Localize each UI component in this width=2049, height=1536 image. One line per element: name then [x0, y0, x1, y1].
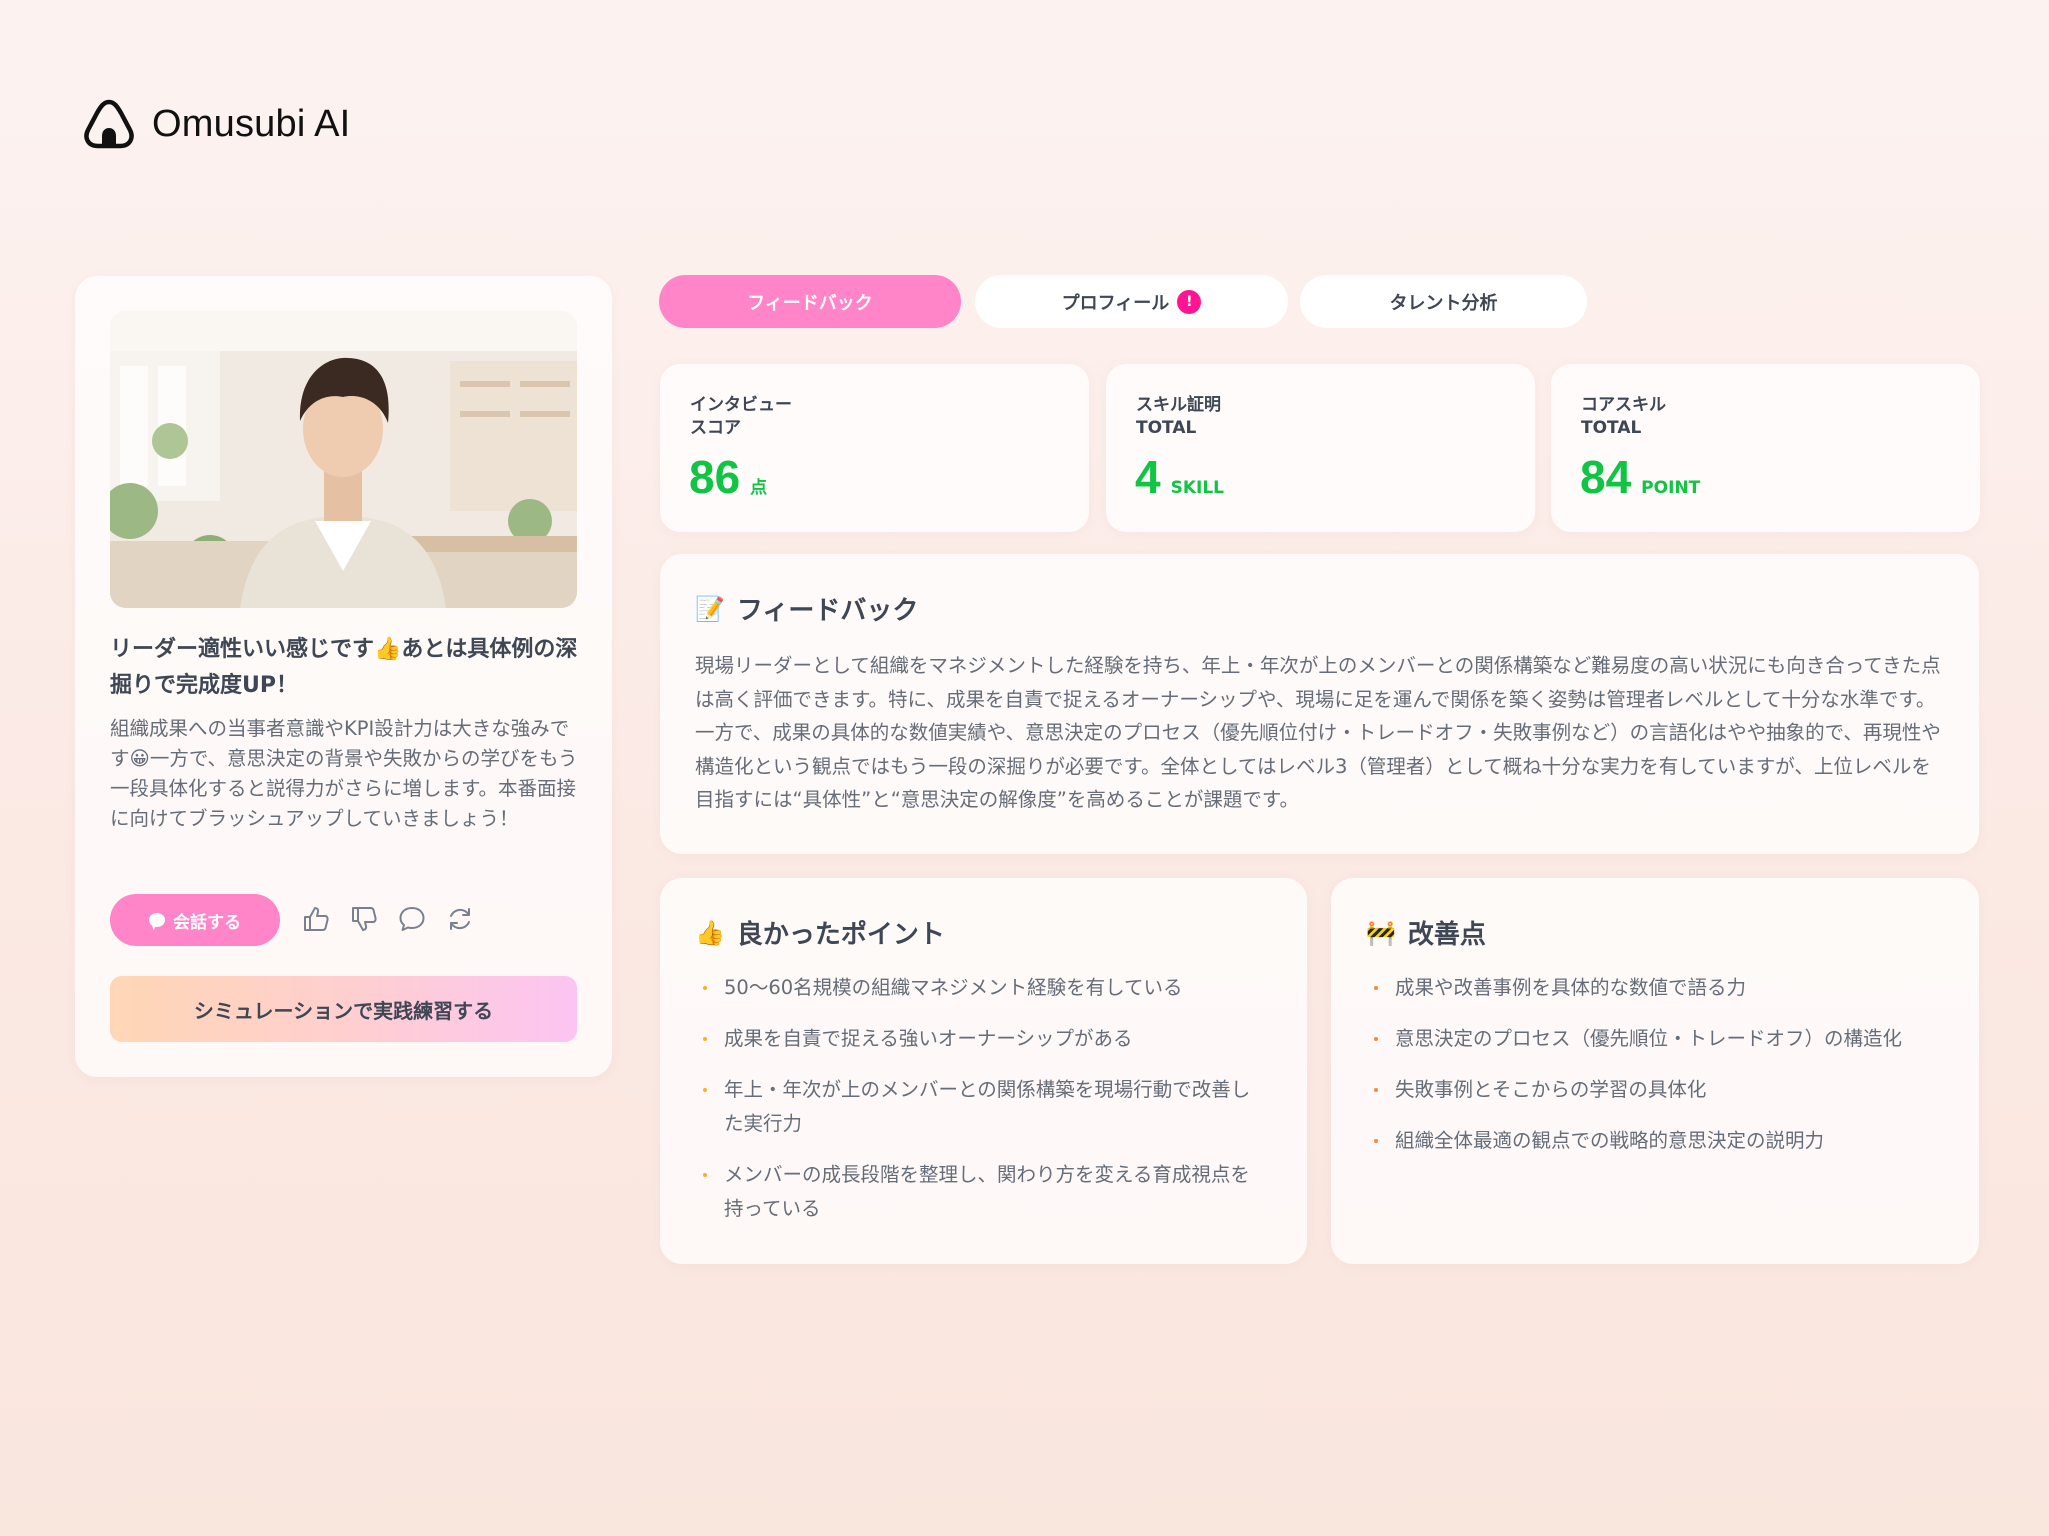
app-name: Omusubi AI [152, 102, 351, 145]
stat-label-line1: スキル証明 [1136, 395, 1221, 415]
stat-interview-score: インタビュー スコア 86 点 [660, 364, 1089, 532]
memo-icon: 📝 [695, 594, 725, 623]
good-points-title-text: 良かったポイント [736, 920, 945, 950]
good-points-list: 50〜60名規模の組織マネジメント経験を有している 成果を自責で捉える強いオーナ… [695, 971, 1255, 1243]
list-item: 50〜60名規模の組織マネジメント経験を有している [695, 971, 1255, 1005]
list-item: 成果や改善事例を具体的な数値で語る力 [1366, 971, 1956, 1005]
tab-profile-label: プロフィール [1061, 292, 1170, 314]
tab-feedback[interactable]: フィードバック [659, 275, 961, 328]
stat-value-row: 4 SKILL [1135, 450, 1224, 504]
stat-label-line2: TOTAL [1136, 418, 1197, 438]
chat-button[interactable]: 会話する [110, 894, 280, 946]
coach-headline: リーダー適性いい感じです👍あとは具体例の深掘りで完成度UP！ [110, 637, 578, 698]
stat-value: 4 [1135, 451, 1161, 503]
list-item: 年上・年次が上のメンバーとの関係構築を現場行動で改善した実行力 [695, 1073, 1255, 1141]
stat-label-line1: インタビュー [690, 395, 792, 415]
app-logo[interactable]: Omusubi AI [82, 98, 350, 150]
feedback-body: 現場リーダーとして組織をマネジメントした経験を持ち、年上・年次が上のメンバーとの… [695, 654, 1941, 812]
improvements-panel: 🚧 改善点 成果や改善事例を具体的な数値で語る力 意思決定のプロセス（優先順位・… [1331, 878, 1979, 1264]
feedback-actions [301, 901, 475, 937]
tab-talent-analysis-label: タレント分析 [1389, 292, 1498, 314]
chat-bubble-icon [149, 913, 165, 927]
improvements-title: 🚧 改善点 [1366, 914, 1486, 951]
chat-button-label: 会話する [173, 912, 241, 933]
stat-label: インタビュー スコア [690, 394, 792, 440]
list-item: メンバーの成長段階を整理し、関わり方を変える育成視点を持っている [695, 1158, 1255, 1226]
thumbs-down-icon[interactable] [349, 901, 379, 937]
stat-label-line1: コアスキル [1581, 395, 1666, 415]
improvements-title-text: 改善点 [1407, 920, 1486, 950]
stat-value-row: 86 点 [689, 450, 767, 504]
stat-skill-proof: スキル証明 TOTAL 4 SKILL [1106, 364, 1535, 532]
stat-value: 84 [1580, 451, 1632, 503]
avatar-photo [110, 311, 577, 608]
tab-profile[interactable]: プロフィール ! [975, 275, 1288, 328]
good-points-title: 👍 良かったポイント [695, 914, 945, 951]
comment-icon[interactable] [397, 901, 427, 937]
omusubi-logo-icon [84, 99, 134, 149]
list-item: 成果を自責で捉える強いオーナーシップがある [695, 1022, 1255, 1056]
tab-feedback-label: フィードバック [747, 292, 873, 314]
stat-value: 86 [689, 451, 741, 503]
thumbs-up-emoji-icon: 👍 [695, 918, 725, 947]
tab-talent-analysis[interactable]: タレント分析 [1300, 275, 1587, 328]
improvements-list: 成果や改善事例を具体的な数値で語る力 意思決定のプロセス（優先順位・トレードオフ… [1366, 971, 1956, 1175]
list-item: 失敗事例とそこからの学習の具体化 [1366, 1073, 1956, 1107]
simulation-practice-button[interactable]: シミュレーションで実践練習する [110, 976, 577, 1042]
feedback-title: 📝 フィードバック [695, 590, 918, 627]
construction-icon: 🚧 [1366, 918, 1396, 947]
stat-label-line2: スコア [690, 418, 741, 438]
list-item: 組織全体最適の観点での戦略的意思決定の説明力 [1366, 1124, 1956, 1158]
alert-badge: ! [1177, 289, 1202, 314]
stat-label: スキル証明 TOTAL [1136, 394, 1221, 440]
stat-value-row: 84 POINT [1580, 450, 1700, 504]
stat-core-skill: コアスキル TOTAL 84 POINT [1551, 364, 1980, 532]
feedback-title-text: フィードバック [736, 596, 919, 626]
stat-label-line2: TOTAL [1581, 418, 1642, 438]
stat-unit: 点 [750, 478, 768, 498]
thumbs-up-icon[interactable] [301, 901, 331, 937]
refresh-icon[interactable] [445, 901, 475, 937]
coach-message: 組織成果への当事者意識やKPI設計力は大きな強みです😀一方で、意思決定の背景や失… [110, 717, 578, 830]
stat-unit: POINT [1641, 478, 1701, 498]
good-points-panel: 👍 良かったポイント 50〜60名規模の組織マネジメント経験を有している 成果を… [660, 878, 1307, 1264]
coach-card: リーダー適性いい感じです👍あとは具体例の深掘りで完成度UP！ 組織成果への当事者… [75, 276, 612, 1077]
feedback-panel: 📝 フィードバック 現場リーダーとして組織をマネジメントした経験を持ち、年上・年… [660, 554, 1979, 854]
stat-unit: SKILL [1170, 478, 1225, 498]
list-item: 意思決定のプロセス（優先順位・トレードオフ）の構造化 [1366, 1022, 1956, 1056]
stat-label: コアスキル TOTAL [1581, 394, 1666, 440]
